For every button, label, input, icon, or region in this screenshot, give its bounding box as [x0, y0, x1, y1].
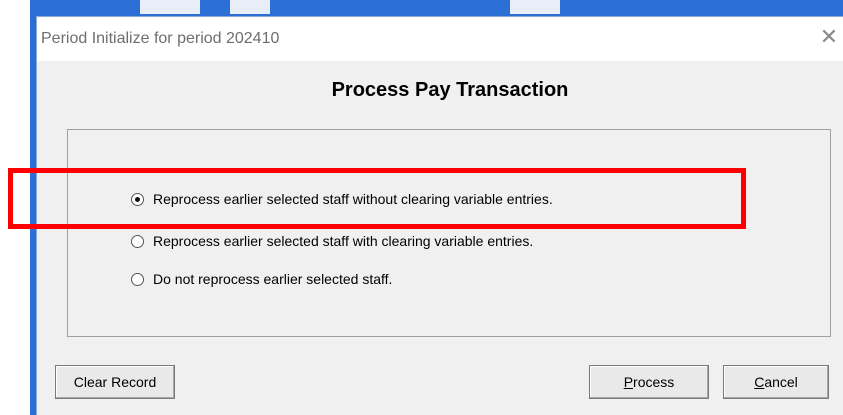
screen: Period Initialize for period 202410 ✕ Pr…: [0, 0, 843, 415]
cancel-label-rest: ancel: [764, 374, 798, 390]
option-label: Reprocess earlier selected staff with cl…: [153, 233, 534, 249]
background-tab: [140, 0, 200, 14]
radio-unselected-icon[interactable]: [131, 234, 144, 248]
dialog-heading: Process Pay Transaction: [331, 79, 569, 101]
dialog-titlebar: Period Initialize for period 202410 ✕: [37, 17, 843, 61]
process-label-rest: rocess: [633, 374, 675, 390]
background-tab: [230, 0, 270, 14]
option-label: Do not reprocess earlier selected staff.: [153, 271, 393, 287]
process-button[interactable]: Process: [589, 365, 709, 399]
radio-unselected-icon[interactable]: [131, 272, 144, 286]
cancel-label-accelerator: C: [754, 374, 765, 390]
option-label: Reprocess earlier selected staff without…: [153, 191, 553, 207]
close-icon[interactable]: ✕: [817, 27, 841, 51]
option-reprocess-with-clearing[interactable]: Reprocess earlier selected staff with cl…: [131, 231, 533, 251]
process-label-accelerator: P: [623, 374, 634, 390]
option-reprocess-without-clearing[interactable]: Reprocess earlier selected staff without…: [131, 189, 553, 209]
period-initialize-dialog: Period Initialize for period 202410 ✕ Pr…: [36, 16, 843, 415]
option-do-not-reprocess[interactable]: Do not reprocess earlier selected staff.: [131, 269, 392, 289]
dialog-title: Period Initialize for period 202410: [41, 30, 280, 47]
clear-record-button[interactable]: Clear Record: [55, 365, 175, 399]
background-tab: [510, 0, 560, 14]
clear-record-label: Clear Record: [73, 374, 157, 390]
cancel-button[interactable]: Cancel: [723, 365, 829, 399]
radio-selected-icon[interactable]: [131, 192, 144, 206]
